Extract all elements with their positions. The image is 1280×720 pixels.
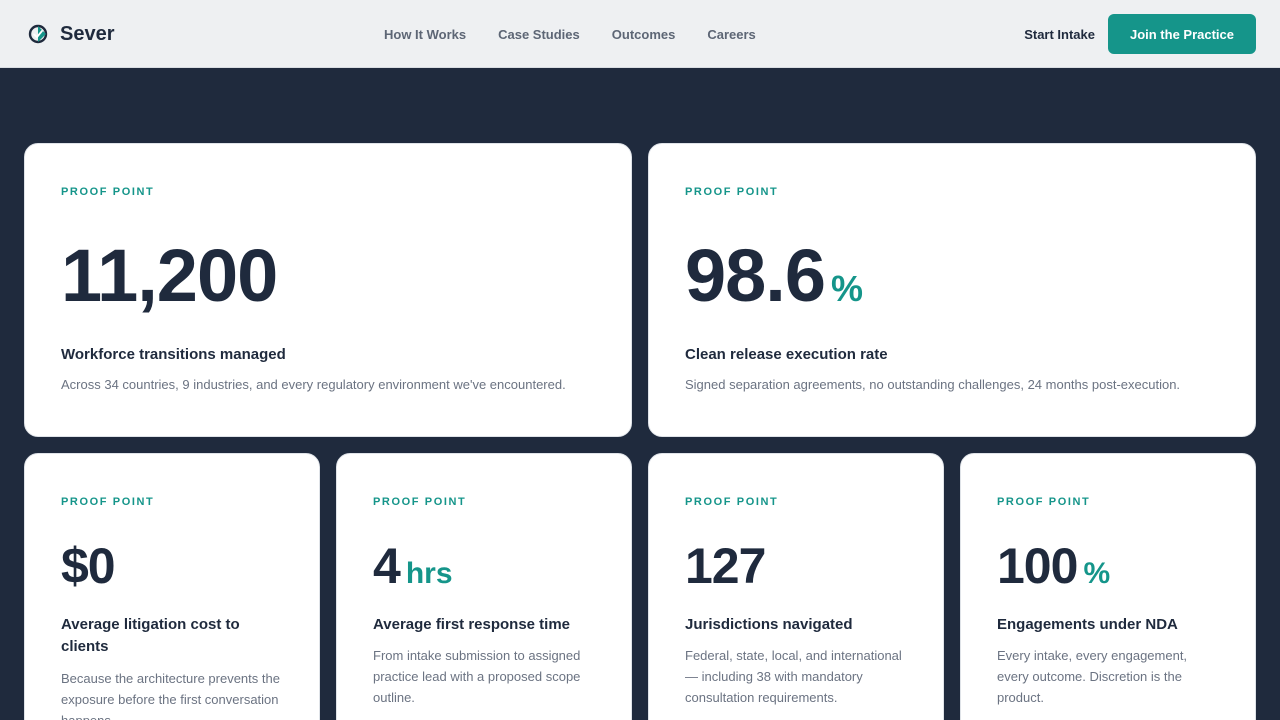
card-description: Across 34 countries, 9 industries, and e… [61, 377, 566, 392]
proof-point-card: PROOF POINT 11,200 Workforce transitions… [24, 143, 632, 437]
card-title: Clean release execution rate [685, 346, 888, 363]
start-intake-link[interactable]: Start Intake [1024, 27, 1095, 42]
proof-point-card: PROOF POINT 4 hrs Average first response… [336, 453, 632, 720]
stat-unit: hrs [405, 557, 453, 590]
card-description: Federal, state, local, and international… [685, 648, 902, 705]
card-stat: 11,200 [61, 236, 283, 316]
card-eyebrow: PROOF POINT [373, 496, 467, 508]
join-practice-button[interactable]: Join the Practice [1108, 14, 1256, 54]
card-eyebrow: PROOF POINT [997, 496, 1091, 508]
proof-point-card: PROOF POINT 100 % Engagements under NDA … [960, 453, 1256, 720]
card-stat: 98.6 % [685, 236, 863, 316]
proof-point-card: PROOF POINT $0 Average litigation cost t… [24, 453, 320, 720]
card-description: Because the architecture prevents the ex… [61, 671, 280, 720]
stat-value: 4 [373, 538, 401, 594]
header-actions: Start Intake Join the Practice [1024, 0, 1256, 68]
stat-value: 127 [685, 538, 766, 594]
card-title: Average first response time [373, 616, 571, 633]
site-header: Sever How It Works Case Studies Outcomes… [0, 0, 1280, 68]
stat-value: $0 [61, 538, 116, 594]
shield-compass-icon [28, 24, 48, 44]
card-eyebrow: PROOF POINT [685, 186, 779, 198]
card-stat: 127 [685, 538, 771, 594]
nav-link-outcomes[interactable]: Outcomes [612, 27, 676, 42]
card-title: Jurisdictions navigated [685, 616, 853, 633]
card-title: Workforce transitions managed [61, 346, 286, 363]
card-eyebrow: PROOF POINT [61, 186, 155, 198]
card-eyebrow: PROOF POINT [61, 496, 155, 508]
nav-link-careers[interactable]: Careers [707, 27, 755, 42]
card-eyebrow: PROOF POINT [685, 496, 779, 508]
stat-unit: % [1083, 557, 1111, 590]
card-description: From intake submission to assigned pract… [373, 648, 581, 705]
card-description: Signed separation agreements, no outstan… [685, 377, 1181, 392]
card-stat: $0 [61, 538, 121, 594]
page: Sever How It Works Case Studies Outcomes… [0, 0, 1280, 720]
card-title: Engagements under NDA [997, 616, 1178, 633]
main-nav: How It Works Case Studies Outcomes Caree… [384, 0, 756, 68]
stat-value: 100 [997, 538, 1078, 594]
proof-point-card: PROOF POINT 127 Jurisdictions navigated … [648, 453, 944, 720]
brand-name: Sever [60, 22, 115, 45]
stat-value: 11,200 [61, 234, 278, 317]
nav-link-case-studies[interactable]: Case Studies [498, 27, 580, 42]
brand[interactable]: Sever [28, 0, 115, 68]
stat-value: 98.6 [685, 234, 826, 317]
nav-link-how-it-works[interactable]: How It Works [384, 27, 466, 42]
card-title: Average litigation cost to clients [61, 616, 240, 655]
stat-unit: % [831, 268, 864, 309]
card-stat: 100 % [997, 538, 1110, 594]
card-description: Every intake, every engagement, every ou… [997, 648, 1188, 705]
card-stat: 4 hrs [373, 538, 453, 594]
proof-point-card: PROOF POINT 98.6 % Clean release executi… [648, 143, 1256, 437]
